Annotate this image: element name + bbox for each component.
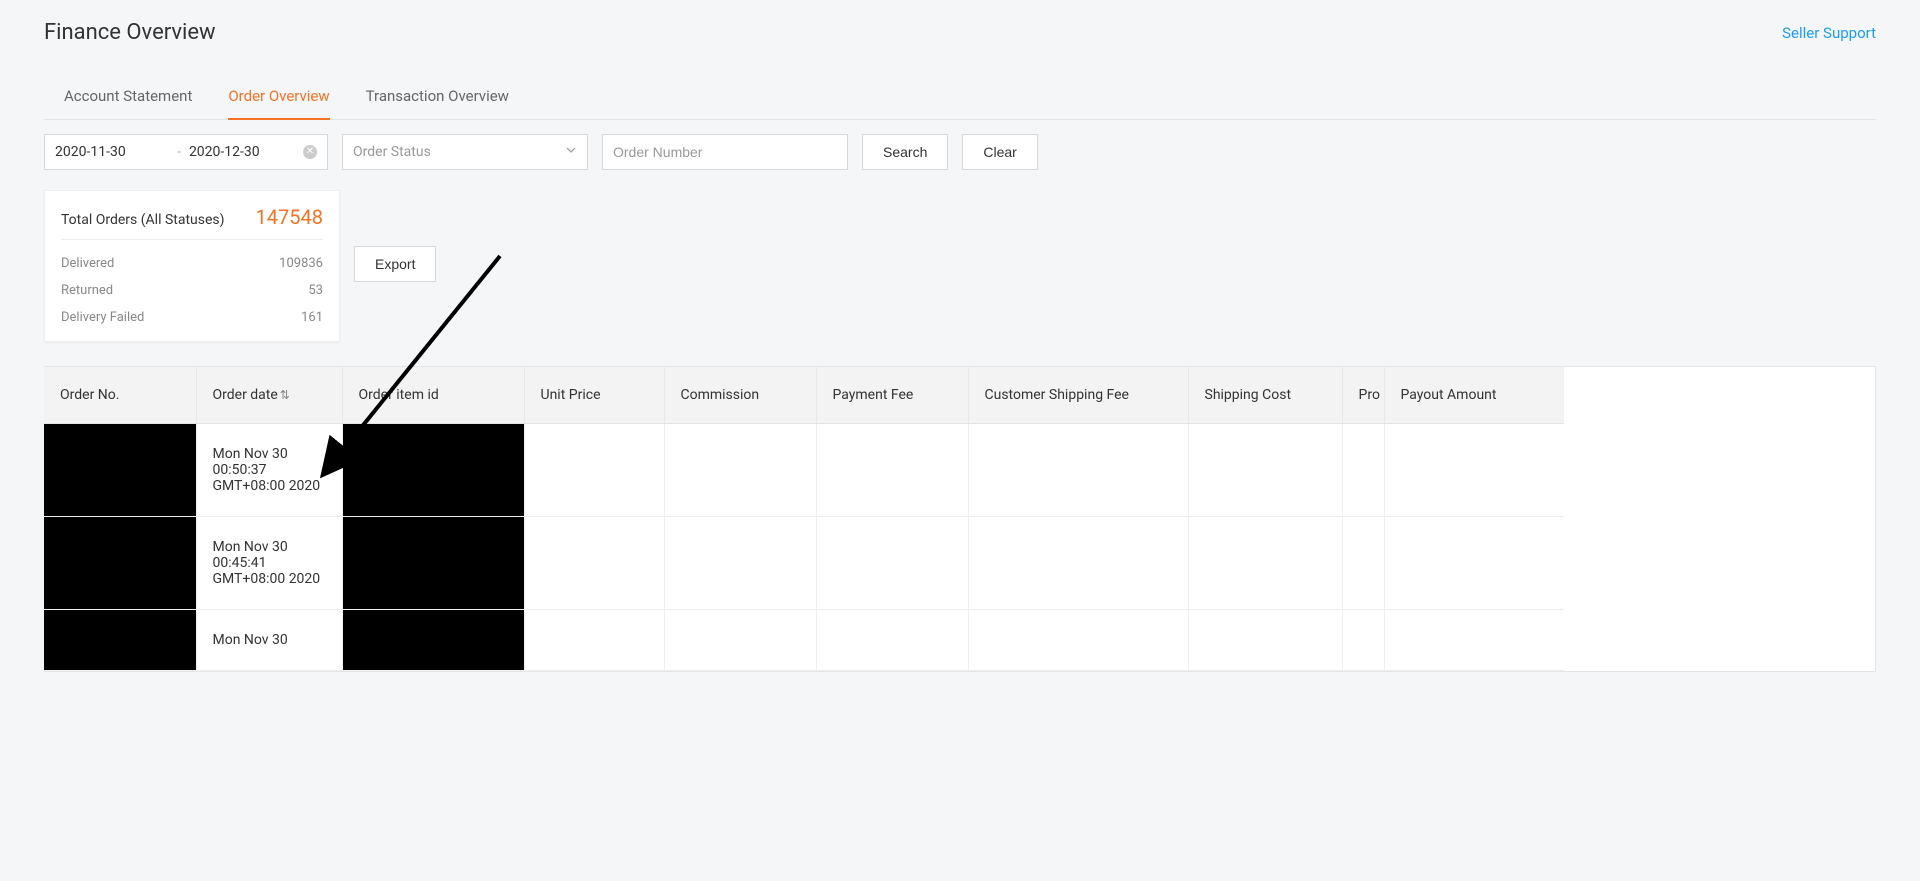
total-orders-value: 147548 bbox=[256, 205, 323, 229]
cell-order-date: Mon Nov 30 bbox=[196, 610, 342, 671]
tab-account-statement[interactable]: Account Statement bbox=[64, 75, 192, 119]
date-to: 2020-12-30 bbox=[189, 144, 303, 160]
col-shipping-cost[interactable]: Shipping Cost bbox=[1188, 367, 1342, 424]
cell-commission bbox=[664, 517, 816, 610]
summary-label: Delivered bbox=[61, 256, 114, 271]
order-number-input-wrap bbox=[602, 134, 848, 170]
cell-payout bbox=[1384, 610, 1564, 671]
table-row: Mon Nov 30 00:45:41 GMT+08:00 2020 bbox=[44, 517, 1564, 610]
cell-cust-ship bbox=[968, 517, 1188, 610]
cell-unit-price bbox=[524, 517, 664, 610]
cell-order-item-id bbox=[342, 424, 524, 517]
tabs: Account Statement Order Overview Transac… bbox=[44, 75, 1876, 120]
summary-row-returned: Returned 53 bbox=[61, 277, 323, 304]
cell-cust-ship bbox=[968, 424, 1188, 517]
summary-row-delivery-failed: Delivery Failed 161 bbox=[61, 304, 323, 331]
col-commission[interactable]: Commission bbox=[664, 367, 816, 424]
summary-value: 161 bbox=[301, 310, 323, 325]
date-from: 2020-11-30 bbox=[55, 144, 169, 160]
col-unit-price[interactable]: Unit Price bbox=[524, 367, 664, 424]
page-title: Finance Overview bbox=[44, 20, 216, 45]
sort-icon: ⇅ bbox=[280, 388, 290, 402]
order-number-input[interactable] bbox=[613, 144, 837, 160]
cell-payout bbox=[1384, 424, 1564, 517]
cell-payout bbox=[1384, 517, 1564, 610]
cell-pro bbox=[1342, 517, 1384, 610]
order-status-placeholder: Order Status bbox=[353, 144, 431, 160]
date-sep: - bbox=[169, 144, 189, 160]
cell-order-item-id bbox=[342, 610, 524, 671]
cell-commission bbox=[664, 424, 816, 517]
col-order-date-label: Order date bbox=[213, 387, 278, 403]
cell-unit-price bbox=[524, 610, 664, 671]
cell-pro bbox=[1342, 610, 1384, 671]
cell-ship-cost bbox=[1188, 517, 1342, 610]
col-order-date[interactable]: Order date⇅ bbox=[196, 367, 342, 424]
clear-button[interactable]: Clear bbox=[962, 134, 1037, 170]
table-row: Mon Nov 30 bbox=[44, 610, 1564, 671]
cell-order-no bbox=[44, 517, 196, 610]
col-customer-shipping-fee[interactable]: Customer Shipping Fee bbox=[968, 367, 1188, 424]
tab-transaction-overview[interactable]: Transaction Overview bbox=[366, 75, 509, 119]
cell-order-item-id bbox=[342, 517, 524, 610]
col-pro[interactable]: Pro bbox=[1342, 367, 1384, 424]
cell-order-date: Mon Nov 30 00:45:41 GMT+08:00 2020 bbox=[196, 517, 342, 610]
orders-table-wrap: Order No. Order date⇅ Order item id Unit… bbox=[44, 366, 1876, 672]
cell-unit-price bbox=[524, 424, 664, 517]
export-button[interactable]: Export bbox=[354, 246, 436, 282]
summary-label: Delivery Failed bbox=[61, 310, 144, 325]
col-order-no[interactable]: Order No. bbox=[44, 367, 196, 424]
cell-order-no bbox=[44, 424, 196, 517]
search-button[interactable]: Search bbox=[862, 134, 948, 170]
summary-label: Returned bbox=[61, 283, 113, 298]
cell-order-no bbox=[44, 610, 196, 671]
summary-row-delivered: Delivered 109836 bbox=[61, 250, 323, 277]
cell-ship-cost bbox=[1188, 424, 1342, 517]
summary-value: 53 bbox=[308, 283, 323, 298]
col-payout-amount[interactable]: Payout Amount bbox=[1384, 367, 1564, 424]
total-orders-label: Total Orders (All Statuses) bbox=[61, 212, 225, 228]
summary-value: 109836 bbox=[279, 256, 323, 271]
cell-ship-cost bbox=[1188, 610, 1342, 671]
col-payment-fee[interactable]: Payment Fee bbox=[816, 367, 968, 424]
cell-pro bbox=[1342, 424, 1384, 517]
filter-bar: 2020-11-30 - 2020-12-30 ✕ Order Status S… bbox=[44, 134, 1876, 170]
cell-payment-fee bbox=[816, 610, 968, 671]
cell-order-date: Mon Nov 30 00:50:37 GMT+08:00 2020 bbox=[196, 424, 342, 517]
orders-table: Order No. Order date⇅ Order item id Unit… bbox=[44, 367, 1564, 671]
table-header-row: Order No. Order date⇅ Order item id Unit… bbox=[44, 367, 1564, 424]
date-range-picker[interactable]: 2020-11-30 - 2020-12-30 ✕ bbox=[44, 134, 328, 170]
col-order-item-id[interactable]: Order item id bbox=[342, 367, 524, 424]
cell-payment-fee bbox=[816, 517, 968, 610]
clear-date-icon[interactable]: ✕ bbox=[303, 145, 317, 159]
chevron-down-icon bbox=[565, 144, 577, 160]
cell-payment-fee bbox=[816, 424, 968, 517]
order-summary-card: Total Orders (All Statuses) 147548 Deliv… bbox=[44, 190, 340, 342]
table-row: Mon Nov 30 00:50:37 GMT+08:00 2020 bbox=[44, 424, 1564, 517]
order-status-select[interactable]: Order Status bbox=[342, 134, 588, 170]
seller-support-link[interactable]: Seller Support bbox=[1782, 24, 1876, 42]
cell-commission bbox=[664, 610, 816, 671]
cell-cust-ship bbox=[968, 610, 1188, 671]
tab-order-overview[interactable]: Order Overview bbox=[228, 75, 329, 119]
